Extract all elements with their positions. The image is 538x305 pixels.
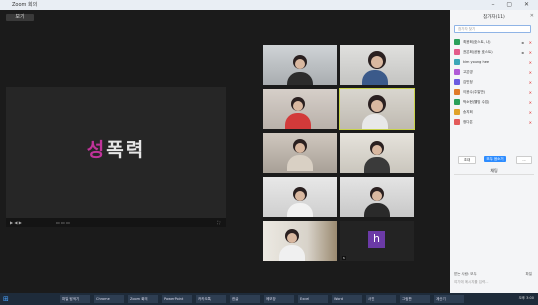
chat-recipient-select[interactable]: 받는 사람: 모두 [454,272,477,277]
video-tile-3[interactable] [263,89,337,129]
avatar: h [368,231,385,248]
avatar [454,99,460,105]
avatar [454,89,460,95]
video-tile-5[interactable] [263,133,337,173]
video-tile-8[interactable] [340,177,414,217]
close-icon[interactable]: ✕ [530,13,534,19]
video-tile-1[interactable] [263,45,337,85]
participant-row[interactable]: kim young hee ✕ [454,57,534,67]
avatar [454,59,460,65]
participant-name: 박소현(웰빙 수업) [463,100,490,104]
video-tile-9[interactable] [263,221,337,261]
participant-row[interactable]: 김민정 ✕ [454,77,534,87]
taskbar-app[interactable]: 계산기 [434,295,464,303]
chat-file-button[interactable]: 파일 [526,272,532,277]
taskbar: ⊞ 파일 탐색기 Chrome Zoom 회의 PowerPoint 카카오톡 한글 메모장… [0,293,538,305]
avatar [454,39,460,45]
participant-actions: 초대 모두 음소거 ... [454,156,534,164]
mic-muted-icon: ✕ [528,110,532,115]
divider [454,174,534,175]
participant-search-input[interactable]: 참가자 찾기 [454,25,531,33]
avatar [454,69,460,75]
taskbar-app[interactable]: PowerPoint [162,295,192,303]
participant-row[interactable]: 이윤수(주말반) ✕ [454,87,534,97]
video-icon: ▪ [521,50,524,55]
mic-muted-icon: ✕ [528,120,532,125]
taskbar-clock: 오후 3:00 [518,296,534,300]
avatar [454,49,460,55]
slide-indicator: ▭ ▭ ▭ [56,220,70,225]
participant-row[interactable]: 송지희 ✕ [454,107,534,117]
video-tile-2[interactable] [340,45,414,85]
participant-list: 최윤희(호스트, 나) ▪ ✕ 권은희(공동 호스트) ▪ ✕ kim youn… [454,37,534,127]
title-bar: Zoom 회의 – ▢ ✕ [0,0,538,10]
participant-name: 정다은 [463,120,473,124]
participant-row[interactable]: 정다은 ✕ [454,117,534,127]
participant-row[interactable]: 최윤희(호스트, 나) ▪ ✕ [454,37,534,47]
play-icon[interactable]: ▶ ◀ ▶ [10,220,22,225]
mic-muted-icon: ✕ [528,70,532,75]
participant-row[interactable]: 권은희(공동 호스트) ▪ ✕ [454,47,534,57]
taskbar-app[interactable]: Zoom 회의 [128,295,158,303]
participant-name: 권은희(공동 호스트) [463,50,493,54]
avatar [454,109,460,115]
taskbar-app[interactable]: 그림판 [400,295,430,303]
taskbar-app[interactable]: Word [332,295,362,303]
taskbar-app[interactable]: 한글 [230,295,260,303]
taskbar-app[interactable]: 사진 [366,295,396,303]
more-button[interactable]: ... [516,156,532,164]
invite-button[interactable]: 초대 [458,156,476,164]
mic-muted-icon: ✕ [528,100,532,105]
video-tile-4-active-speaker[interactable] [339,88,415,130]
participant-row[interactable]: 고은영 ✕ [454,67,534,77]
shared-screen: 성폭력 ▶ ◀ ▶ ▭ ▭ ▭ ⛶ [6,87,226,227]
mic-muted-icon: ✕ [528,90,532,95]
video-icon: ▪ [521,40,524,45]
window-title: Zoom 회의 [12,2,38,8]
participant-name: 최윤희(호스트, 나) [463,40,491,44]
participant-name: 송지희 [463,110,473,114]
avatar [454,79,460,85]
view-button[interactable]: 보기 [6,14,34,21]
mic-muted-icon: ✕ [528,50,532,55]
tile-name: h [342,256,346,260]
taskbar-app[interactable]: Excel [298,295,328,303]
taskbar-app[interactable]: 메모장 [264,295,294,303]
participant-name: 김민정 [463,80,473,84]
share-text: 성폭력 [6,135,226,162]
share-word-1: 성 [86,139,107,161]
participant-name: 고은영 [463,70,473,74]
windows-start-icon[interactable]: ⊞ [3,295,9,303]
mic-muted-icon: ✕ [528,40,532,45]
taskbar-app[interactable]: Chrome [94,295,124,303]
taskbar-app[interactable]: 카카오톡 [196,295,226,303]
video-tile-7[interactable] [263,177,337,217]
mic-muted-icon: ✕ [528,80,532,85]
share-word-2: 폭력 [106,139,146,161]
chat-input[interactable]: 여기에 메시지를 입력... [454,280,489,285]
meeting-main-area: 보기 성폭력 ▶ ◀ ▶ ▭ ▭ ▭ ⛶ h h [0,10,450,293]
share-control-bar[interactable]: ▶ ◀ ▶ ▭ ▭ ▭ ⛶ [6,218,226,227]
avatar [454,119,460,125]
participant-name: kim young hee [463,60,490,64]
window-controls[interactable]: – ▢ ✕ [491,1,534,8]
video-tile-6[interactable] [340,133,414,173]
mute-all-button[interactable]: 모두 음소거 [484,156,506,162]
participant-row[interactable]: 박소현(웰빙 수업) ✕ [454,97,534,107]
participant-name: 이윤수(주말반) [463,90,486,94]
video-tile-10-avatar[interactable]: h h [340,221,414,261]
participants-panel: 참가자(11) ✕ 참가자 찾기 최윤희(호스트, 나) ▪ ✕ 권은희(공동 … [450,10,538,293]
taskbar-app[interactable]: 파일 탐색기 [60,295,90,303]
panel-title: 참가자(11) [483,15,505,20]
fullscreen-icon[interactable]: ⛶ [217,220,220,225]
mic-muted-icon: ✕ [528,60,532,65]
